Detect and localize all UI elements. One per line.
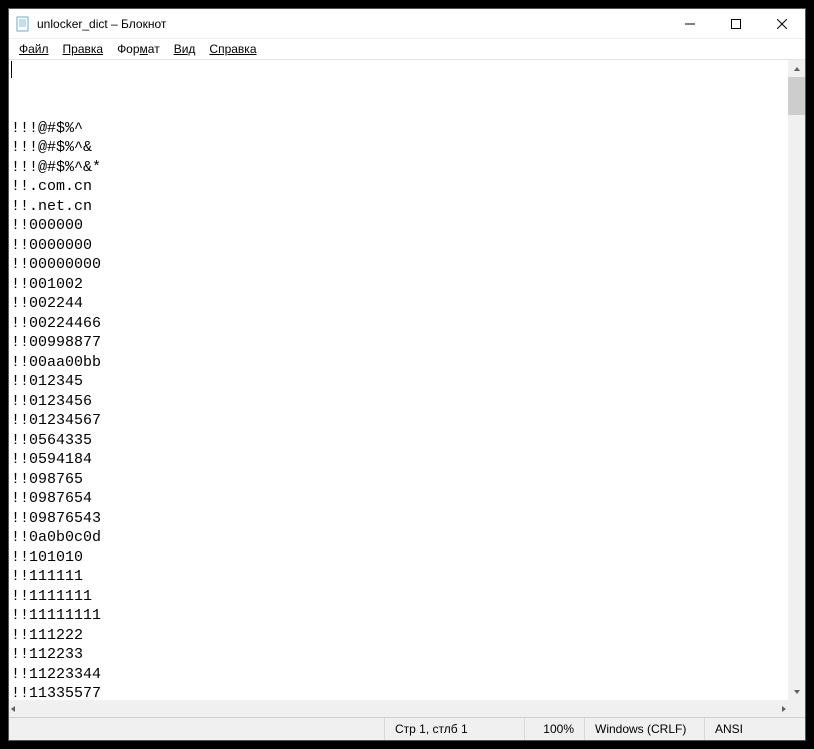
text-line: !!101010 <box>11 548 786 568</box>
notepad-icon <box>15 16 31 32</box>
text-line: !!00aa00bb <box>11 353 786 373</box>
text-caret <box>11 61 12 78</box>
scroll-up-button[interactable] <box>788 60 805 77</box>
text-line: !!111222 <box>11 626 786 646</box>
text-line: !!!@#$%^&* <box>11 158 786 178</box>
scroll-track-vertical[interactable] <box>788 77 805 683</box>
text-line: !!.net.cn <box>11 197 786 217</box>
scroll-track-horizontal[interactable] <box>17 700 780 717</box>
text-line: !!0594184 <box>11 450 786 470</box>
vertical-scrollbar[interactable] <box>788 60 805 700</box>
window-controls <box>667 9 805 38</box>
minimize-button[interactable] <box>667 9 713 38</box>
text-line: !!11335577 <box>11 684 786 700</box>
text-line: !!111111 <box>11 567 786 587</box>
text-line: !!0a0b0c0d <box>11 528 786 548</box>
status-zoom: 100% <box>525 718 585 740</box>
menu-view[interactable]: Вид <box>168 41 202 57</box>
text-line: !!112233 <box>11 645 786 665</box>
text-line: !!11111111 <box>11 606 786 626</box>
status-encoding: ANSI <box>705 718 805 740</box>
statusbar: Стр 1, стлб 1 100% Windows (CRLF) ANSI <box>9 717 805 740</box>
menubar: Файл Правка Формат Вид Справка <box>9 39 805 59</box>
text-line: !!002244 <box>11 294 786 314</box>
horizontal-scrollbar-row <box>9 700 805 717</box>
menu-edit[interactable]: Правка <box>57 41 110 57</box>
text-line: !!012345 <box>11 372 786 392</box>
text-line: !!1111111 <box>11 587 786 607</box>
text-line: !!00998877 <box>11 333 786 353</box>
scroll-down-button[interactable] <box>788 683 805 700</box>
scroll-thumb-vertical[interactable] <box>788 77 805 115</box>
menu-file[interactable]: Файл <box>13 41 55 57</box>
text-line: !!0987654 <box>11 489 786 509</box>
close-button[interactable] <box>759 9 805 38</box>
text-line: !!11223344 <box>11 665 786 685</box>
status-eol: Windows (CRLF) <box>585 718 705 740</box>
text-line: !!098765 <box>11 470 786 490</box>
text-line: !!0000000 <box>11 236 786 256</box>
content-area: !!!@#$%^!!!@#$%^&!!!@#$%^&*!!.com.cn!!.n… <box>9 59 805 700</box>
maximize-button[interactable] <box>713 9 759 38</box>
text-editor[interactable]: !!!@#$%^!!!@#$%^&!!!@#$%^&*!!.com.cn!!.n… <box>9 60 788 700</box>
menu-format[interactable]: Формат <box>111 41 166 57</box>
text-line: !!!@#$%^& <box>11 138 786 158</box>
text-line: !!09876543 <box>11 509 786 529</box>
text-line: !!00000000 <box>11 255 786 275</box>
text-line: !!01234567 <box>11 411 786 431</box>
notepad-window: unlocker_dict – Блокнот Файл Правка Форм… <box>8 8 806 741</box>
text-line: !!0564335 <box>11 431 786 451</box>
text-line: !!001002 <box>11 275 786 295</box>
window-title: unlocker_dict – Блокнот <box>37 17 667 31</box>
text-line: !!.com.cn <box>11 177 786 197</box>
titlebar: unlocker_dict – Блокнот <box>9 9 805 39</box>
scroll-thumb-horizontal[interactable] <box>17 700 780 717</box>
text-line: !!000000 <box>11 216 786 236</box>
scroll-left-button[interactable] <box>9 700 17 717</box>
text-line: !!!@#$%^ <box>11 119 786 139</box>
scroll-corner <box>788 700 805 717</box>
text-line: !!0123456 <box>11 392 786 412</box>
horizontal-scrollbar[interactable] <box>9 700 788 717</box>
menu-help[interactable]: Справка <box>203 41 262 57</box>
scroll-right-button[interactable] <box>780 700 788 717</box>
status-position: Стр 1, стлб 1 <box>385 718 525 740</box>
text-line: !!00224466 <box>11 314 786 334</box>
